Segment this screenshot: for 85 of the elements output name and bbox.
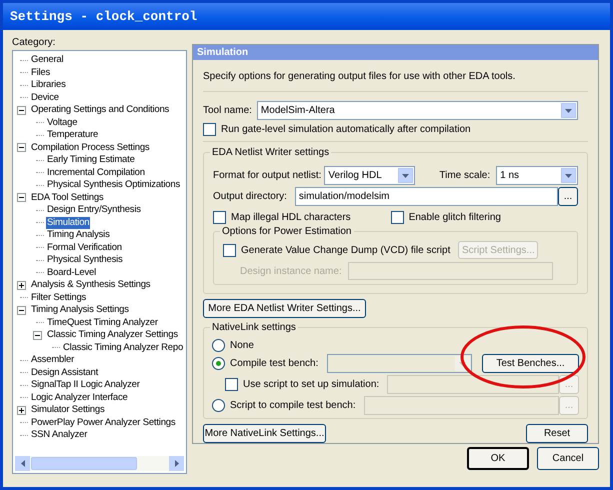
tree-item[interactable]: Board-Level <box>46 266 98 279</box>
tree-item[interactable]: EDA Tool Settings <box>30 192 104 204</box>
radio-button[interactable] <box>212 338 225 352</box>
test-bench-dropdown[interactable] <box>327 354 472 373</box>
checkbox[interactable] <box>223 244 236 256</box>
tree-item[interactable]: Temperature <box>46 129 100 142</box>
more-netlist-settings-button[interactable]: More EDA Netlist Writer Settings... <box>203 299 366 318</box>
tree-item[interactable]: Compilation Process Settings <box>30 142 150 154</box>
expand-icon[interactable] <box>16 406 26 415</box>
tree-item[interactable]: Formal Verification <box>46 242 123 254</box>
tree-item[interactable]: Voltage <box>46 116 78 129</box>
tree-item[interactable]: TimeQuest Timing Analyzer <box>46 316 159 329</box>
tree-item[interactable]: Physical Synthesis Optimizations <box>46 179 181 192</box>
run-gate-level-label: Run gate-level simulation automatically after compilation <box>221 122 471 136</box>
panel-title: Simulation <box>197 46 248 60</box>
checkbox[interactable] <box>225 378 238 391</box>
collapse-icon[interactable] <box>16 143 26 152</box>
tree-item[interactable]: Classic Timing Analyzer Settings <box>46 329 179 342</box>
time-scale-dropdown[interactable]: 1 ns <box>496 166 578 185</box>
tree-item[interactable]: Libraries <box>30 79 67 92</box>
time-scale-label: Time scale: <box>439 169 490 183</box>
instance-name-label: Design instance name: <box>240 264 342 278</box>
tree-item[interactable]: Timing Analysis <box>46 229 111 242</box>
output-directory-field[interactable]: simulation/modelsim <box>294 187 558 206</box>
tree-item[interactable]: Design Entry/Synthesis <box>46 204 142 216</box>
tree-item[interactable]: Logic Analyzer Interface <box>30 392 129 404</box>
compile-test-bench-label: Compile test bench: <box>230 357 318 371</box>
tree-item[interactable]: SignalTap II Logic Analyzer <box>30 379 141 392</box>
group-title: NativeLink settings <box>210 321 298 334</box>
tree-item[interactable]: Assembler <box>30 354 76 366</box>
compile-script-field[interactable] <box>364 396 559 415</box>
collapse-icon[interactable] <box>16 193 26 202</box>
group-title: EDA Netlist Writer settings <box>210 146 332 159</box>
browse-button[interactable]: ... <box>558 187 578 206</box>
checkbox[interactable] <box>390 210 404 224</box>
radio-button[interactable] <box>212 357 225 370</box>
description-text: Specify options for generating output files for use with other EDA tools. <box>203 70 516 84</box>
tool-name-dropdown[interactable]: ModelSim-Altera <box>256 101 578 120</box>
dialog-button[interactable]: Cancel <box>537 447 599 470</box>
more-nativelink-settings-button[interactable]: More NativeLink Settings... <box>203 424 326 443</box>
checkbox[interactable] <box>213 210 226 224</box>
collapse-icon[interactable] <box>32 330 42 340</box>
tree-item[interactable]: Timing Analysis Settings <box>30 304 130 316</box>
tree-item[interactable]: Design Assistant <box>30 366 100 379</box>
tree-item[interactable]: General <box>30 54 64 66</box>
none-radio-label: None <box>230 338 254 352</box>
window-title: Settings - clock_control <box>10 8 198 26</box>
expand-icon[interactable] <box>16 280 26 290</box>
tree-item[interactable]: Incremental Compilation <box>46 166 146 179</box>
tree-item[interactable]: Classic Timing Analyzer Repo <box>62 342 184 354</box>
map-illegal-label: Map illegal HDL characters <box>231 210 351 224</box>
glitch-filtering-label: Enable glitch filtering <box>408 210 501 224</box>
scroll-right-icon[interactable] <box>169 456 184 471</box>
tree-item[interactable]: Operating Settings and Conditions <box>30 104 170 116</box>
tree-item[interactable]: SSN Analyzer <box>30 429 88 442</box>
format-dropdown[interactable]: Verilog HDL <box>324 166 416 185</box>
script-compile-label: Script to compile test bench: <box>230 399 356 413</box>
tree-item[interactable]: Device <box>30 92 60 104</box>
setup-script-field[interactable] <box>387 375 559 394</box>
output-directory-label: Output directory: <box>213 190 287 204</box>
reset-button[interactable]: Reset <box>526 424 588 443</box>
collapse-icon[interactable] <box>16 106 26 115</box>
tree-item[interactable]: Files <box>30 66 52 79</box>
scroll-thumb[interactable] <box>31 457 137 470</box>
radio-button[interactable] <box>212 399 225 412</box>
tree-item[interactable]: Simulation <box>46 216 90 229</box>
use-script-label: Use script to set up simulation: <box>243 378 380 392</box>
group-title: Options for Power Estimation <box>220 225 354 238</box>
dialog-button[interactable]: OK <box>467 447 529 470</box>
tool-name-label: Tool name: <box>203 104 252 118</box>
format-label: Format for output netlist: <box>213 169 322 183</box>
horizontal-scrollbar[interactable] <box>15 456 184 471</box>
checkbox[interactable] <box>203 122 216 136</box>
scroll-left-icon[interactable] <box>15 456 30 471</box>
category-label: Category: <box>12 36 56 49</box>
tree-item[interactable]: Simulator Settings <box>30 404 106 416</box>
tree-item[interactable]: Early Timing Estimate <box>46 154 136 166</box>
instance-name-field[interactable] <box>348 262 553 280</box>
test-benches-button[interactable]: Test Benches... <box>482 354 579 373</box>
tree-item[interactable]: Physical Synthesis <box>46 254 124 266</box>
tree-item[interactable]: PowerPlay Power Analyzer Settings <box>30 416 176 429</box>
tree-item[interactable]: Filter Settings <box>30 292 88 304</box>
tree-item[interactable]: Analysis & Synthesis Settings <box>30 279 152 292</box>
collapse-icon[interactable] <box>16 306 26 315</box>
vcd-script-label: Generate Value Change Dump (VCD) file script <box>241 244 450 258</box>
